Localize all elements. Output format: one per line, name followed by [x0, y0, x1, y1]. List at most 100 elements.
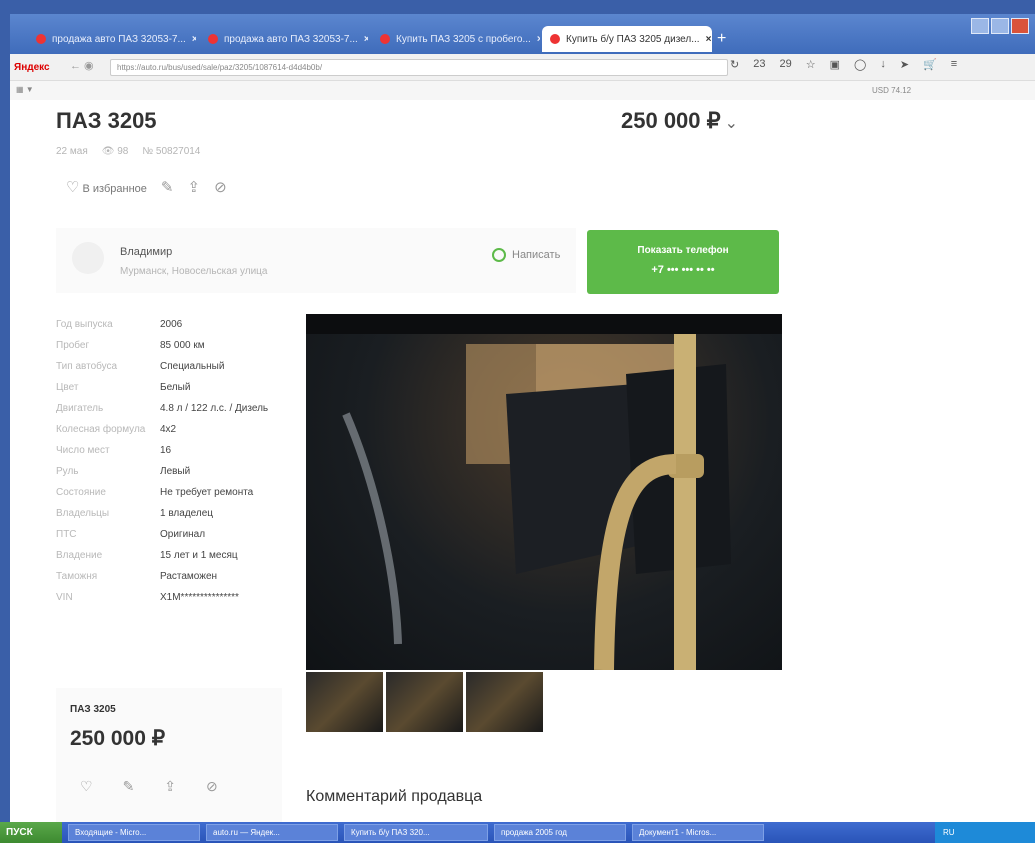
- tab-2-label: продажа авто ПАЗ 32053-7...: [224, 33, 358, 45]
- spec-value: Оригинал: [160, 529, 206, 540]
- listing-number: № 50827014: [142, 146, 201, 157]
- chat-icon: [492, 248, 506, 262]
- taskbar-item[interactable]: продажа 2005 год: [494, 824, 626, 841]
- send-icon[interactable]: ➤: [900, 58, 909, 71]
- write-label: Написать: [512, 249, 561, 261]
- heart-icon[interactable]: ♡: [80, 778, 93, 795]
- back-forward-icon[interactable]: ← ◉: [70, 59, 94, 72]
- taskbar-item[interactable]: Входящие - Micro...: [68, 824, 200, 841]
- listing-page: ПАЗ 3205 250 000 ₽ ⌄ 22 мая 👁 98 № 508270…: [10, 100, 1035, 822]
- spec-row: ПТС Оригинал: [56, 528, 280, 542]
- shield-icon[interactable]: ◯: [854, 58, 866, 71]
- spec-row: Владение 15 лет и 1 месяц: [56, 549, 280, 563]
- spec-value: 16: [160, 445, 172, 456]
- heart-icon: ♡: [66, 179, 80, 196]
- spec-key: Цвет: [56, 382, 79, 393]
- start-button[interactable]: ПУСК: [0, 822, 62, 843]
- spec-value: 85 000 км: [160, 340, 205, 351]
- weather-counter[interactable]: 29: [779, 58, 791, 71]
- spec-key: Состояние: [56, 487, 106, 498]
- thumbnail-2[interactable]: [386, 672, 463, 732]
- new-tab-button[interactable]: +: [717, 30, 726, 48]
- taskbar-item[interactable]: auto.ru — Яндек...: [206, 824, 338, 841]
- close-icon[interactable]: ×: [358, 34, 368, 45]
- listing-title: ПАЗ 3205: [56, 108, 157, 133]
- close-icon[interactable]: ×: [531, 34, 540, 45]
- download-icon[interactable]: ↓: [880, 58, 886, 71]
- favorite-button[interactable]: ♡ В избранное: [66, 178, 147, 196]
- cart-icon[interactable]: 🛒: [923, 58, 937, 71]
- close-icon[interactable]: ×: [186, 34, 196, 45]
- maximize-button[interactable]: [991, 18, 1009, 34]
- system-tray[interactable]: RU: [935, 822, 1035, 843]
- edit-note-icon[interactable]: ✎: [123, 778, 135, 795]
- eye-icon: 👁: [101, 146, 115, 157]
- favorite-label: В избранное: [82, 183, 147, 195]
- spec-row: Цвет Белый: [56, 381, 280, 395]
- spec-row: Пробег 85 000 км: [56, 339, 280, 353]
- price-card: ПАЗ 3205 250 000 ₽ ♡ ✎ ⇪ ⊘: [56, 688, 282, 822]
- taskbar-item[interactable]: Документ1 - Micros...: [632, 824, 764, 841]
- share-icon[interactable]: ⇪: [164, 778, 176, 795]
- bookmarks-bar: ▦ ▼ USD 74.12: [10, 81, 1035, 102]
- tab-4-active[interactable]: Купить б/у ПАЗ 3205 дизел... ×: [542, 26, 712, 52]
- seller-address: Мурманск, Новосельская улица: [120, 266, 268, 277]
- seller-name[interactable]: Владимир: [120, 246, 172, 258]
- bookmarks-icon[interactable]: ▦ ▼: [16, 85, 34, 94]
- spec-key: Пробег: [56, 340, 90, 351]
- write-button[interactable]: Написать: [492, 248, 560, 262]
- tab-3[interactable]: Купить ПАЗ 3205 с пробего... ×: [372, 26, 540, 52]
- minimize-button[interactable]: [971, 18, 989, 34]
- thumbnail-1[interactable]: [306, 672, 383, 732]
- spec-key: Колесная формула: [56, 424, 146, 435]
- close-icon[interactable]: ×: [700, 34, 712, 45]
- edit-note-icon[interactable]: ✎: [161, 178, 174, 196]
- chevron-down-icon[interactable]: ⌄: [725, 115, 738, 132]
- spec-row: VIN X1M***************: [56, 591, 280, 605]
- close-window-button[interactable]: [1011, 18, 1029, 34]
- bookmark-icon[interactable]: ▣: [830, 58, 840, 71]
- bus-interior-image: [306, 314, 782, 670]
- tab-3-label: Купить ПАЗ 3205 с пробего...: [396, 33, 531, 45]
- spec-value: 4.8 л / 122 л.с. / Дизель: [160, 403, 269, 414]
- menu-icon[interactable]: ≡: [951, 58, 957, 71]
- star-icon[interactable]: ☆: [806, 58, 816, 71]
- address-bar[interactable]: https://auto.ru/bus/used/sale/paz/3205/1…: [110, 59, 728, 76]
- show-phone-button[interactable]: Показать телефон +7 ••• ••• •• ••: [587, 230, 779, 294]
- tab-4-label: Купить б/у ПАЗ 3205 дизел...: [566, 33, 700, 45]
- reload-icon[interactable]: ↻: [730, 58, 739, 71]
- spec-row: Владельцы 1 владелец: [56, 507, 280, 521]
- block-icon[interactable]: ⊘: [206, 778, 218, 795]
- yandex-logo[interactable]: Яндекс: [14, 62, 64, 73]
- main-photo[interactable]: [306, 314, 782, 670]
- currency-widget[interactable]: USD 74.12: [872, 86, 911, 95]
- site-favicon-icon: [550, 34, 560, 44]
- spec-row: Год выпуска 2006: [56, 318, 280, 332]
- spec-row: Состояние Не требует ремонта: [56, 486, 280, 500]
- spec-row: Тип автобуса Специальный: [56, 360, 280, 374]
- site-favicon-icon: [380, 34, 390, 44]
- spec-row: Двигатель 4.8 л / 122 л.с. / Дизель: [56, 402, 280, 416]
- block-icon[interactable]: ⊘: [214, 178, 227, 196]
- address-toolbar: Яндекс ← ◉ https://auto.ru/bus/used/sale…: [10, 54, 1035, 81]
- mail-counter[interactable]: 23: [753, 58, 765, 71]
- spec-key: ПТС: [56, 529, 77, 540]
- share-icon[interactable]: ⇪: [187, 178, 200, 196]
- listing-price[interactable]: 250 000 ₽ ⌄: [621, 108, 738, 134]
- spec-key: Таможня: [56, 571, 98, 582]
- spec-row: Руль Левый: [56, 465, 280, 479]
- listing-meta: 22 мая 👁 98 № 50827014: [56, 146, 200, 157]
- taskbar-item[interactable]: Купить б/у ПАЗ 320...: [344, 824, 488, 841]
- avatar: [72, 242, 104, 274]
- show-phone-label: Показать телефон: [637, 245, 729, 256]
- spec-key: Год выпуска: [56, 319, 113, 330]
- spec-key: VIN: [56, 592, 73, 603]
- thumbnail-3[interactable]: [466, 672, 543, 732]
- browser-window: продажа авто ПАЗ 32053-7... × продажа ав…: [10, 14, 1035, 822]
- tab-2[interactable]: продажа авто ПАЗ 32053-7... ×: [200, 26, 368, 52]
- views-count: 👁 98: [102, 146, 129, 157]
- tab-1[interactable]: продажа авто ПАЗ 32053-7... ×: [28, 26, 196, 52]
- views-value: 98: [117, 146, 129, 157]
- spec-value: Специальный: [160, 361, 225, 372]
- card-price: 250 000 ₽: [70, 727, 166, 750]
